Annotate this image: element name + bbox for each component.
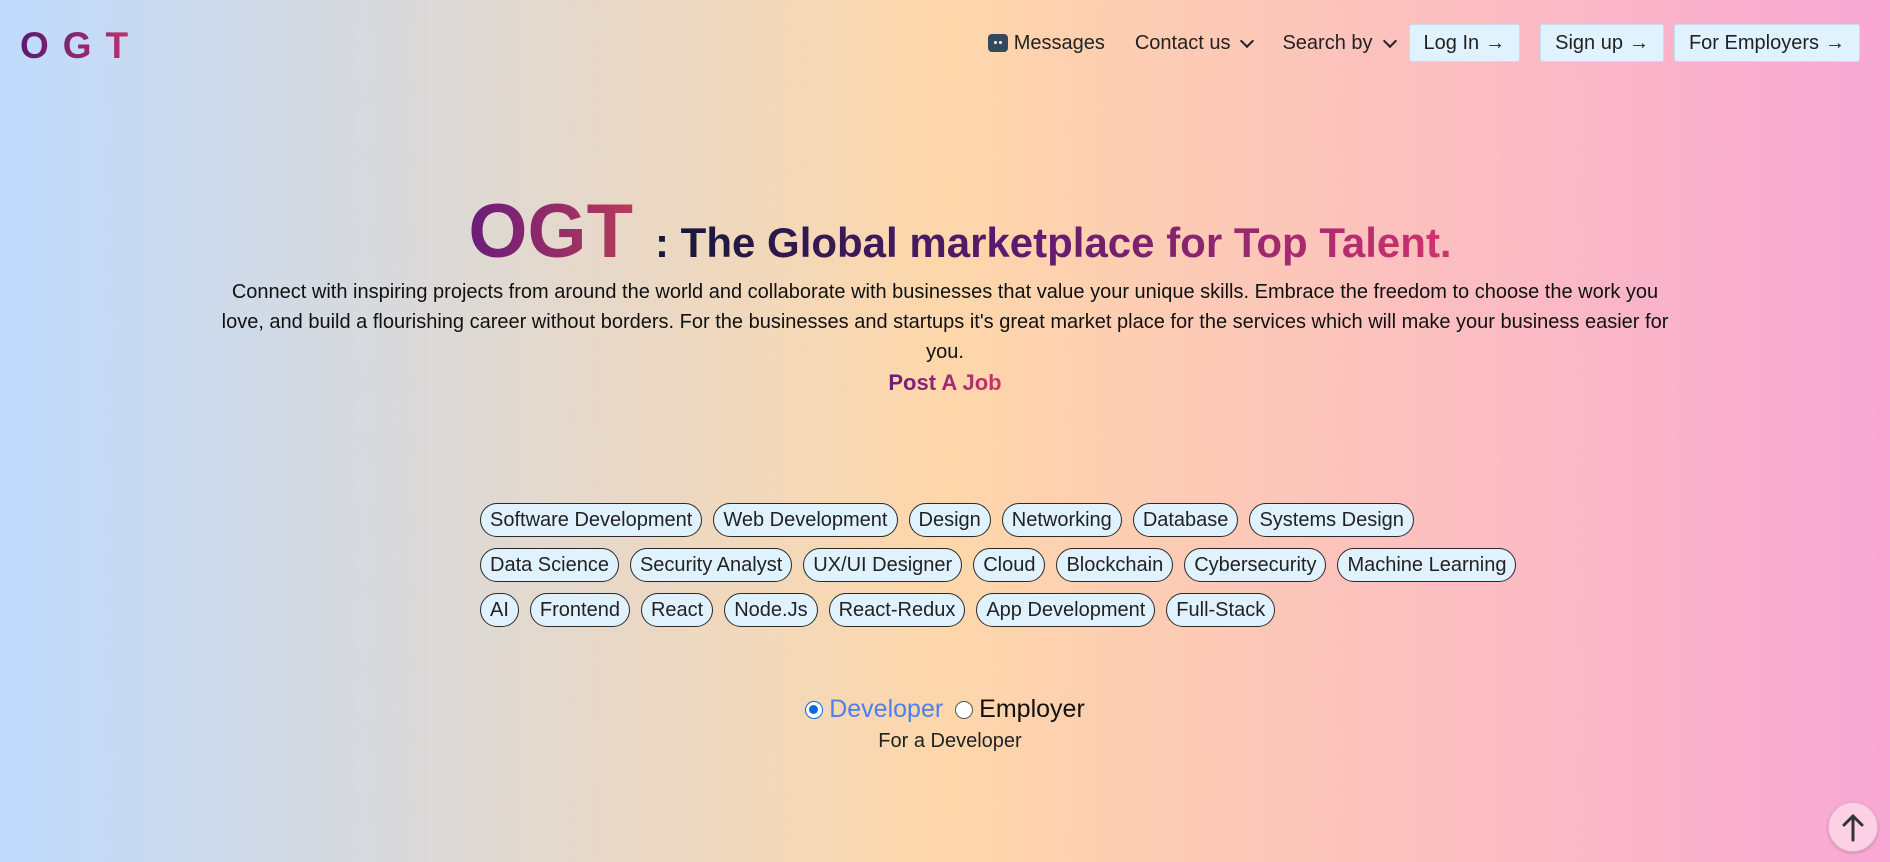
tag-database[interactable]: Database [1132,503,1239,537]
messages-link[interactable]: Messages [987,31,1105,55]
tag-row: AI Frontend React Node.Js React-Redux Ap… [480,593,1580,627]
hero-tagline: : The Global marketplace for Top Talent. [655,219,1452,266]
tag-networking[interactable]: Networking [1001,503,1122,537]
site-logo[interactable]: OGT [20,24,142,68]
employer-radio[interactable] [955,700,974,719]
chevron-down-icon [1382,33,1397,49]
role-radio-group: Developer Employer [0,695,1890,724]
hero-title: OGT : The Global marketplace for Top Tal… [30,190,1890,274]
post-job-link[interactable]: Post A Job [888,370,1001,396]
contact-dropdown[interactable]: Contact us [1134,31,1255,55]
messages-label: Messages [1013,31,1105,54]
tag-react-redux[interactable]: React-Redux [828,593,966,627]
employer-label[interactable]: Employer [979,695,1085,724]
tag-ai[interactable]: AI [480,593,519,627]
tag-nodejs[interactable]: Node.Js [724,593,818,627]
top-nav: Messages Contact us Search by Log In → S… [987,22,1860,64]
tag-cybersecurity[interactable]: Cybersecurity [1184,548,1327,582]
hero-description: Connect with inspiring projects from aro… [221,281,1669,363]
for-employers-button[interactable]: For Employers → [1673,24,1860,62]
message-icon [987,34,1008,52]
login-label: Log In [1423,31,1480,54]
contact-label: Contact us [1134,31,1231,54]
tag-full-stack[interactable]: Full-Stack [1166,593,1276,627]
tag-systems-design[interactable]: Systems Design [1249,503,1414,537]
employer-radio-option[interactable]: Employer [955,695,1085,724]
tag-security-analyst[interactable]: Security Analyst [629,548,793,582]
role-subtitle: For a Developer [878,730,1022,752]
scroll-to-top-button[interactable] [1828,802,1878,852]
tag-web-development[interactable]: Web Development [713,503,898,537]
category-tags: Software Development Web Development Des… [480,503,1580,638]
search-by-label: Search by [1282,31,1373,54]
arrow-up-icon [1842,814,1864,842]
tag-app-development[interactable]: App Development [976,593,1156,627]
signup-label: Sign up [1555,31,1623,54]
hero-brand: OGT [468,189,634,274]
arrow-right-icon: → [1628,31,1649,54]
hero-section: OGT : The Global marketplace for Top Tal… [0,190,1890,396]
tag-react[interactable]: React [640,593,714,627]
developer-radio-option[interactable]: Developer [805,695,943,724]
tag-frontend[interactable]: Frontend [529,593,630,627]
arrow-right-icon: → [1485,31,1506,54]
tag-design[interactable]: Design [908,503,991,537]
tag-row: Data Science Security Analyst UX/UI Desi… [480,548,1580,582]
tag-ux-ui-designer[interactable]: UX/UI Designer [803,548,963,582]
tag-blockchain[interactable]: Blockchain [1056,548,1174,582]
developer-label[interactable]: Developer [829,695,943,724]
tag-cloud[interactable]: Cloud [973,548,1046,582]
tag-software-development[interactable]: Software Development [480,503,703,537]
developer-radio[interactable] [805,700,824,719]
arrow-right-icon: → [1825,31,1845,54]
tag-machine-learning[interactable]: Machine Learning [1337,548,1517,582]
tag-row: Software Development Web Development Des… [480,503,1580,537]
login-button[interactable]: Log In → [1408,24,1521,62]
chevron-down-icon [1240,33,1255,49]
search-by-dropdown[interactable]: Search by [1282,31,1397,55]
signup-button[interactable]: Sign up → [1540,24,1664,62]
for-employers-label: For Employers [1688,31,1819,54]
tag-data-science[interactable]: Data Science [480,548,619,582]
